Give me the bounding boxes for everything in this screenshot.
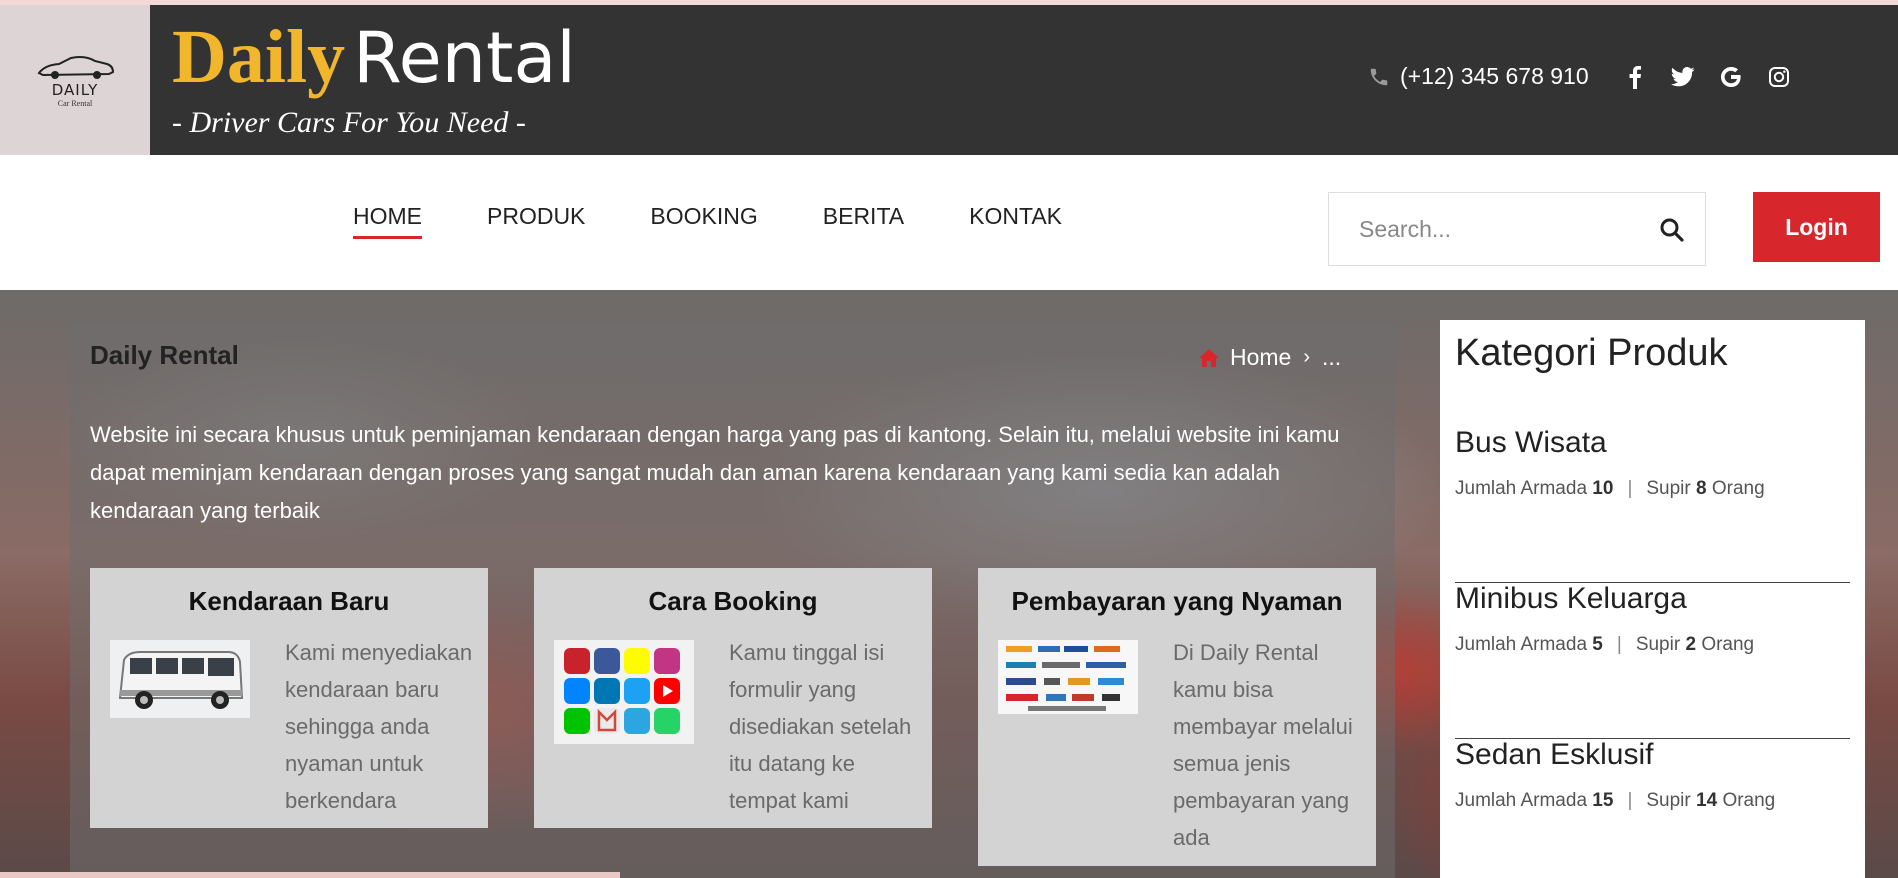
category-item[interactable]: Bus Wisata Jumlah Armada 10 | Supir 8 Oran…: [1455, 426, 1850, 583]
category-item[interactable]: Minibus Keluarga Jumlah Armada 5 | Supir 2…: [1455, 582, 1850, 739]
breadcrumb-current: ...: [1322, 344, 1342, 370]
card-title: Kendaraan Baru: [188, 586, 390, 616]
feature-card-kendaraan-baru: Kendaraan Baru Kami menyediakan kendaraa…: [90, 568, 488, 828]
instagram-icon[interactable]: [1767, 65, 1791, 89]
category-name[interactable]: Minibus Keluarga: [1455, 582, 1687, 616]
supir-count: 2: [1685, 634, 1697, 655]
brand-word-rental: Rental: [353, 17, 576, 99]
card-text: Kami menyediakan kendaraan baru sehingga…: [285, 640, 473, 813]
home-icon[interactable]: [1198, 348, 1220, 368]
facebook-icon[interactable]: [1623, 65, 1647, 89]
nav-produk[interactable]: PRODUK: [487, 203, 585, 239]
social-apps-image: [554, 640, 694, 744]
logo[interactable]: DAILY Car Rental: [0, 5, 150, 155]
feature-card-cara-booking: Cara Booking Kamu tinggal isi formulir y…: [534, 568, 932, 828]
main-menu: HOME PRODUK BOOKING BERITA KONTAK: [353, 203, 1127, 239]
card-text: Kamu tinggal isi formulir yang disediaka…: [729, 640, 912, 813]
breadcrumb-home[interactable]: Home: [1230, 344, 1291, 371]
sidebar-title: Kategori Produk: [1455, 332, 1728, 374]
chevron-right-icon: ›: [1303, 346, 1311, 368]
phone-number[interactable]: (+12) 345 678 910: [1400, 63, 1589, 90]
kategori-produk-sidebar: Kategori Produk Bus Wisata Jumlah Armada…: [1440, 320, 1865, 878]
category-meta: Jumlah Armada 5 | Supir 2 Orang: [1455, 634, 1755, 655]
search-icon[interactable]: [1659, 217, 1685, 243]
supir-count: 8: [1696, 478, 1707, 499]
armada-count: 10: [1592, 478, 1614, 499]
card-title: Cara Booking: [648, 586, 818, 616]
nav-kontak[interactable]: KONTAK: [969, 203, 1062, 239]
hero-description: Website ini secara khusus untuk peminjam…: [90, 422, 1340, 523]
breadcrumb: Home › ...: [1198, 344, 1341, 371]
brand-tagline: - Driver Cars For You Need -: [172, 106, 526, 139]
logo-text: DAILY: [51, 80, 99, 99]
brand-word-daily: Daily: [172, 15, 346, 99]
hero-panel: Daily Rental Home › ... Website ini seca…: [70, 320, 1395, 878]
page-title: Daily Rental: [90, 340, 239, 370]
armada-count: 15: [1592, 790, 1614, 811]
header-contact: (+12) 345 678 910: [1368, 63, 1815, 90]
header: DAILY Car Rental Daily Rental - Driver Ca…: [0, 5, 1898, 155]
brand-title: Daily Rental: [172, 13, 576, 102]
main-navbar: HOME PRODUK BOOKING BERITA KONTAK Login: [0, 155, 1898, 290]
supir-count: 14: [1696, 790, 1718, 811]
feature-card-pembayaran: Pembayaran yang Nyaman Di Daily Rental k…: [978, 568, 1376, 866]
search-box: [1328, 192, 1706, 266]
phone-icon: [1370, 68, 1388, 85]
social-links: [1623, 65, 1815, 89]
bottom-accent-line: [0, 872, 620, 878]
google-icon[interactable]: [1719, 65, 1743, 89]
nav-home[interactable]: HOME: [353, 203, 422, 239]
category-meta: Jumlah Armada 10 | Supir 8 Orang: [1455, 478, 1765, 499]
armada-count: 5: [1592, 634, 1603, 655]
brand: Daily Rental - Driver Cars For You Need -: [172, 13, 576, 140]
car-logo-icon: [37, 55, 115, 79]
category-item[interactable]: Sedan Esklusif Jumlah Armada 15 | Supir 14…: [1455, 738, 1850, 878]
login-button[interactable]: Login: [1753, 192, 1880, 262]
hero-section: Daily Rental Home › ... Website ini seca…: [0, 290, 1898, 878]
bank-logos-image: [998, 640, 1138, 714]
nav-berita[interactable]: BERITA: [823, 203, 904, 239]
category-name[interactable]: Bus Wisata: [1455, 426, 1607, 460]
minibus-image: [110, 640, 250, 718]
logo-subtext: Car Rental: [57, 98, 93, 108]
twitter-icon[interactable]: [1670, 65, 1695, 89]
nav-booking[interactable]: BOOKING: [650, 203, 757, 239]
category-name[interactable]: Sedan Esklusif: [1455, 738, 1653, 772]
search-input[interactable]: [1329, 193, 1649, 265]
category-meta: Jumlah Armada 15 | Supir 14 Orang: [1455, 790, 1776, 811]
card-title: Pembayaran yang Nyaman: [1011, 586, 1343, 616]
card-text: Di Daily Rental kamu bisa membayar melal…: [1173, 640, 1353, 850]
